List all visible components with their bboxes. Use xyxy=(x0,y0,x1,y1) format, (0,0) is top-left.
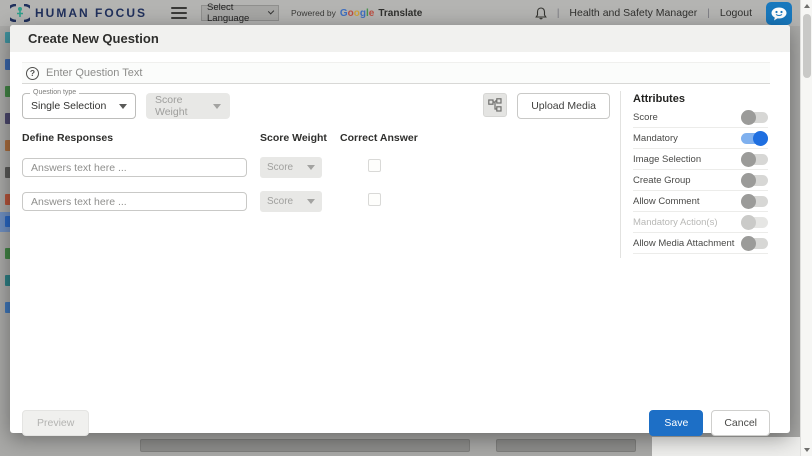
powered-by-label: Powered by xyxy=(291,8,336,18)
menu-hamburger-icon[interactable] xyxy=(171,4,187,22)
preview-button: Preview xyxy=(22,410,89,436)
answer-score-select-disabled: Score xyxy=(260,157,322,178)
mandatory-actions-toggle xyxy=(741,217,768,228)
define-responses-header: Define Responses xyxy=(22,132,260,144)
notifications-bell-icon[interactable] xyxy=(535,7,547,20)
question-config-area: Question type Single Selection Score Wei… xyxy=(22,84,620,258)
header-separator: | xyxy=(557,8,560,19)
image-selection-toggle[interactable] xyxy=(741,154,768,165)
help-icon: ? xyxy=(26,67,39,80)
cancel-button[interactable]: Cancel xyxy=(711,410,770,436)
header-separator: | xyxy=(707,8,710,19)
response-row: Score xyxy=(22,157,620,178)
scroll-up-arrow-icon[interactable] xyxy=(801,0,812,12)
modal-title: Create New Question xyxy=(28,31,159,46)
save-button[interactable]: Save xyxy=(649,410,703,436)
score-weight-header: Score Weight xyxy=(260,132,340,144)
question-type-label: Question type xyxy=(30,89,79,96)
correct-answer-header: Correct Answer xyxy=(340,132,460,144)
translate-label: Translate xyxy=(378,8,422,19)
google-translate-attribution: Powered by Google Translate xyxy=(291,8,422,19)
scrollbar[interactable] xyxy=(800,0,812,456)
attribute-row-mandatory-actions: Mandatory Action(s) xyxy=(633,212,768,233)
attribute-row-score: Score xyxy=(633,107,768,128)
screen: HUMAN FOCUS Select Language Powered by G… xyxy=(0,0,812,456)
allow-comment-toggle[interactable] xyxy=(741,196,768,207)
create-group-toggle[interactable] xyxy=(741,175,768,186)
response-row: Score xyxy=(22,191,620,212)
attribute-row-allow-comment: Allow Comment xyxy=(633,191,768,212)
attribute-label: Create Group xyxy=(633,175,691,186)
correct-answer-checkbox[interactable] xyxy=(368,193,381,206)
modal-header: Create New Question xyxy=(10,25,790,52)
scroll-down-arrow-icon[interactable] xyxy=(801,444,812,456)
brand-logo[interactable]: HUMAN FOCUS xyxy=(10,4,147,22)
attribute-label: Allow Comment xyxy=(633,196,700,207)
user-role-label[interactable]: Health and Safety Manager xyxy=(569,7,697,19)
chat-widget-button[interactable] xyxy=(766,2,792,25)
score-toggle[interactable] xyxy=(741,112,768,123)
create-question-modal: Create New Question ? Enter Question Tex… xyxy=(10,25,790,433)
attributes-title: Attributes xyxy=(633,93,768,105)
question-text-placeholder: Enter Question Text xyxy=(46,67,142,79)
attribute-row-allow-media-attachment: Allow Media Attachment xyxy=(633,233,768,254)
answer-score-value: Score xyxy=(267,162,293,173)
language-select-value: Select Language xyxy=(207,2,269,24)
attribute-label: Mandatory xyxy=(633,133,678,144)
allow-media-attachment-toggle[interactable] xyxy=(741,238,768,249)
responses-header-row: Define Responses Score Weight Correct An… xyxy=(22,132,620,144)
attribute-label: Image Selection xyxy=(633,154,701,165)
attribute-row-create-group: Create Group xyxy=(633,170,768,191)
answer-text-input[interactable] xyxy=(22,158,247,177)
human-focus-logo-icon xyxy=(10,4,30,22)
answer-score-value: Score xyxy=(267,196,293,207)
app-header: HUMAN FOCUS Select Language Powered by G… xyxy=(0,0,800,26)
answer-score-select-disabled: Score xyxy=(260,191,322,212)
scrollbar-thumb[interactable] xyxy=(803,14,811,78)
sidebar-strip xyxy=(0,26,10,356)
upload-media-button[interactable]: Upload Media xyxy=(517,93,610,119)
question-branching-button[interactable] xyxy=(483,93,507,117)
dropdown-arrow-icon xyxy=(213,104,221,109)
question-type-select[interactable]: Question type Single Selection xyxy=(22,93,136,119)
dropdown-arrow-icon xyxy=(307,165,315,170)
score-weight-select-label: Score Weight xyxy=(155,94,213,118)
attribute-label: Score xyxy=(633,112,658,123)
attribute-row-mandatory: Mandatory xyxy=(633,128,768,149)
attribute-label: Allow Media Attachment xyxy=(633,238,734,249)
question-text-editor[interactable]: ? Enter Question Text xyxy=(22,62,770,84)
attributes-panel: Attributes Score Mandatory Image Selecti… xyxy=(620,91,770,258)
dropdown-arrow-icon xyxy=(307,199,315,204)
brand-name: HUMAN FOCUS xyxy=(35,6,147,20)
chat-bubble-face-icon xyxy=(770,6,788,22)
sitemap-icon xyxy=(488,98,502,112)
google-wordmark: Google xyxy=(340,8,374,19)
attribute-row-image-selection: Image Selection xyxy=(633,149,768,170)
language-select[interactable]: Select Language xyxy=(201,5,279,21)
correct-answer-checkbox[interactable] xyxy=(368,159,381,172)
logout-link[interactable]: Logout xyxy=(720,7,752,19)
attribute-label: Mandatory Action(s) xyxy=(633,217,717,228)
dropdown-arrow-icon xyxy=(119,104,127,109)
modal-body: ? Enter Question Text Question type Sing… xyxy=(10,62,790,443)
mandatory-toggle[interactable] xyxy=(741,133,768,144)
question-type-value: Single Selection xyxy=(31,100,106,112)
score-weight-select-disabled: Score Weight xyxy=(146,93,230,119)
answer-text-input[interactable] xyxy=(22,192,247,211)
